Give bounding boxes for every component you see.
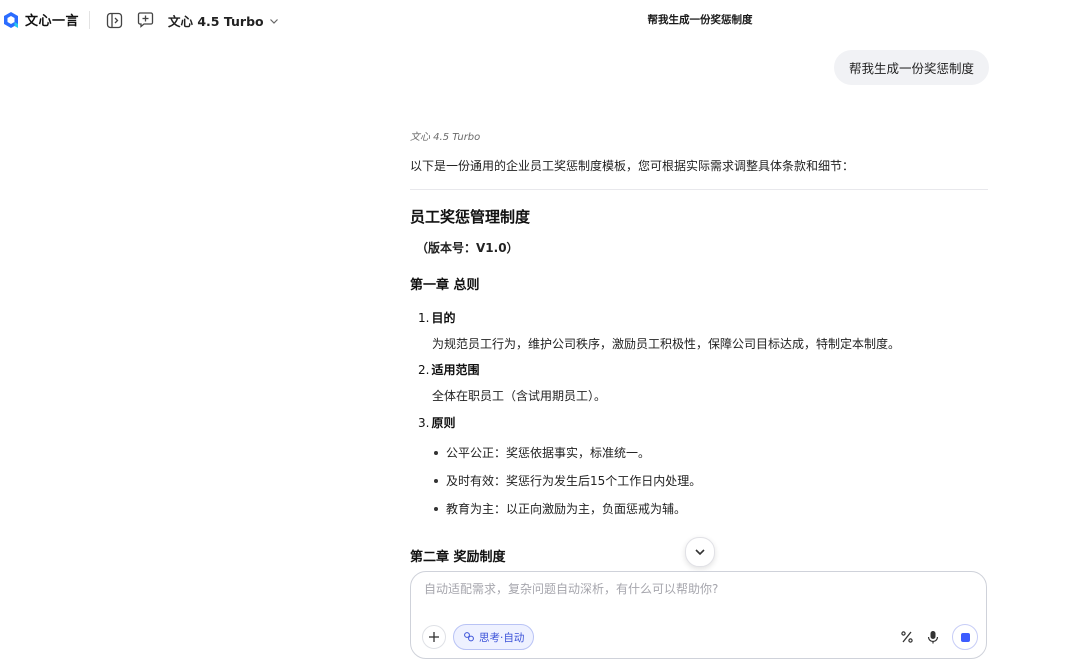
stop-generating-button[interactable] [952, 624, 978, 650]
bullet-dot [434, 507, 438, 511]
answer-intro: 以下是一份通用的企业员工奖惩制度模板，您可根据实际需求调整具体条款和细节： [410, 159, 855, 173]
document-title: 员工奖惩管理制度 [410, 208, 531, 226]
think-mode-toggle[interactable]: 思考·自动 [453, 624, 535, 650]
bullet-item: 教育为主：以正向激励为主，负面惩戒为辅。 [434, 501, 988, 517]
bullet-dot [434, 451, 438, 455]
document-version: （版本号：V1.0） [416, 241, 519, 255]
scroll-to-bottom-button[interactable] [685, 537, 715, 567]
chat-input-box: 思考·自动 [410, 571, 987, 659]
list-item-heading: 2. 适用范围 [418, 363, 480, 377]
think-mode-label: 思考·自动 [479, 631, 525, 644]
answer-model-tag: 文心 4.5 Turbo [410, 132, 481, 143]
bullet-dot [434, 479, 438, 483]
chat-input[interactable] [424, 582, 964, 596]
list-item-heading: 1. 目的 [418, 311, 456, 325]
brain-icon [464, 632, 474, 642]
list-item-heading: 3. 原则 [418, 416, 456, 430]
answer-divider [410, 189, 988, 190]
page-title: 帮我生成一份奖惩制度 [647, 14, 753, 26]
plus-icon [429, 632, 439, 642]
chapter-heading: 第一章 总则 [410, 278, 480, 293]
bullet-item: 公平公正：奖惩依据事实，标准统一。 [434, 445, 988, 461]
stop-icon [960, 632, 970, 642]
user-message-bubble: 帮我生成一份奖惩制度 [833, 50, 989, 85]
voice-input-button[interactable] [924, 628, 942, 646]
microphone-icon [927, 631, 939, 644]
add-attachment-button[interactable] [422, 625, 446, 649]
top-bar: 文心一言 文心 4.5 Turbo 帮我生成一份奖惩制度 [0, 0, 1080, 40]
percent-icon [901, 631, 913, 643]
percent-tool-button[interactable] [898, 628, 916, 646]
list-item-body: 为规范员工行为，维护公司秩序，激励员工积极性，保障公司目标达成，特制定本制度。 [432, 337, 901, 351]
list-item-body: 全体在职员工（含试用期员工）。 [432, 389, 607, 403]
bullet-item: 及时有效：奖惩行为发生后15个工作日内处理。 [434, 473, 988, 489]
assistant-answer: 文心 4.5 Turbo 以下是一份通用的企业员工奖惩制度模板，您可根据实际需求… [410, 128, 988, 517]
chapter-heading: 第二章 奖励制度 [410, 550, 506, 565]
chevron-down-icon [695, 549, 705, 556]
